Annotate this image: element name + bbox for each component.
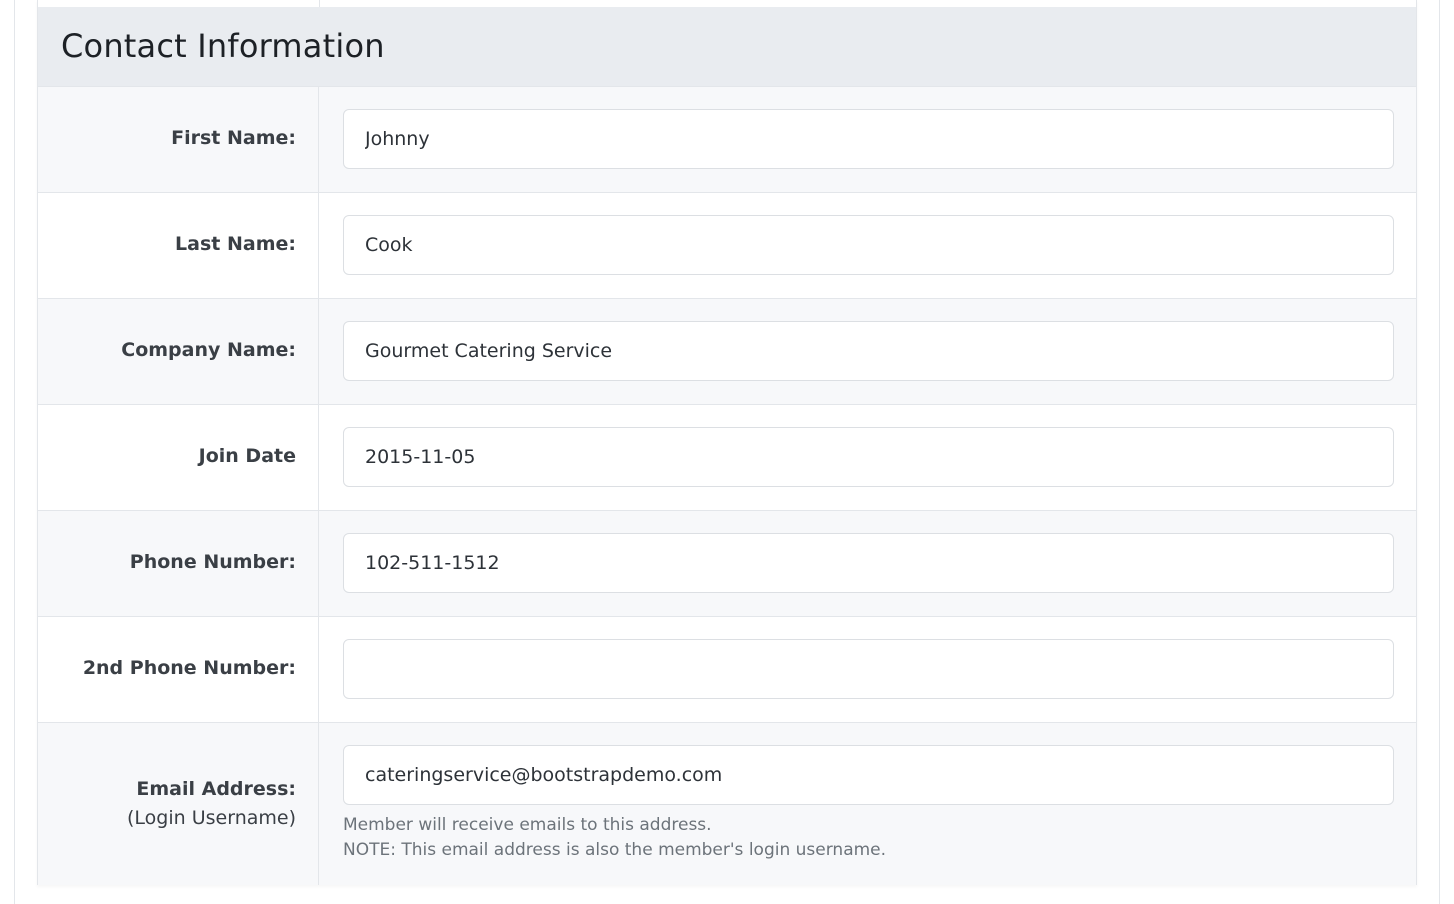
email-input[interactable] (343, 745, 1394, 805)
form-row-phone2: 2nd Phone Number: (38, 617, 1416, 723)
form-row-last-name: Last Name: (38, 193, 1416, 299)
form-row-company-name: Company Name: (38, 299, 1416, 405)
email-help-text: Member will receive emails to this addre… (343, 815, 712, 835)
join-date-input[interactable] (343, 427, 1394, 487)
label-cell: Join Date (38, 405, 319, 510)
company-name-input[interactable] (343, 321, 1394, 381)
last-name-label: Last Name: (175, 233, 296, 255)
contact-information-panel: Contact Information First Name: Last Nam… (37, 0, 1417, 885)
email-label: Email Address: (136, 778, 296, 800)
form-row-first-name: First Name: (38, 87, 1416, 193)
column-divider (319, 0, 320, 7)
join-date-label: Join Date (198, 445, 296, 467)
first-name-label: First Name: (171, 127, 296, 149)
section-title: Contact Information (61, 27, 385, 65)
first-name-input[interactable] (343, 109, 1394, 169)
page-border-right (1439, 0, 1440, 904)
previous-row-remnant (38, 0, 1416, 7)
section-header: Contact Information (38, 7, 1416, 87)
form-row-phone: Phone Number: (38, 511, 1416, 617)
phone2-input[interactable] (343, 639, 1394, 699)
phone2-label: 2nd Phone Number: (82, 657, 296, 679)
last-name-input[interactable] (343, 215, 1394, 275)
phone-label: Phone Number: (129, 551, 296, 573)
form-row-email: Email Address: (Login Username) Member w… (38, 723, 1416, 885)
phone-input[interactable] (343, 533, 1394, 593)
label-cell: First Name: (38, 87, 319, 192)
form-row-join-date: Join Date (38, 405, 1416, 511)
email-sublabel: (Login Username) (127, 807, 296, 829)
label-cell: Phone Number: (38, 511, 319, 616)
label-cell: Email Address: (Login Username) (38, 723, 319, 885)
page: Contact Information First Name: Last Nam… (0, 0, 1454, 904)
label-cell: Company Name: (38, 299, 319, 404)
label-cell: Last Name: (38, 193, 319, 298)
company-name-label: Company Name: (121, 339, 296, 361)
label-cell: 2nd Phone Number: (38, 617, 319, 722)
email-note-text: NOTE: This email address is also the mem… (343, 840, 887, 860)
page-border-left (14, 0, 15, 904)
